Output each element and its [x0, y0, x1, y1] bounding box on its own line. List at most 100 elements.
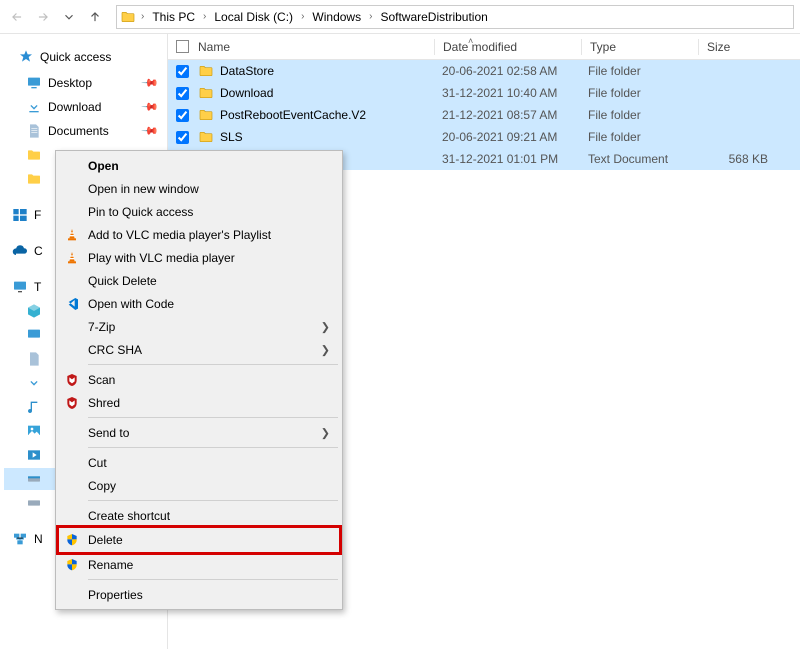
nav-recent-dropdown[interactable] [58, 6, 80, 28]
nav-forward-button[interactable] [32, 6, 54, 28]
address-bar: › This PC › Local Disk (C:) › Windows › … [0, 0, 800, 34]
file-date: 20-06-2021 09:21 AM [434, 130, 580, 144]
table-row[interactable]: SLS20-06-2021 09:21 AMFile folder [168, 126, 800, 148]
sidebar-item-documents[interactable]: Documents 📌 [4, 120, 167, 142]
select-all-checkbox[interactable] [176, 40, 189, 53]
breadcrumb-seg-1[interactable]: Local Disk (C:) [210, 6, 297, 28]
network-icon [12, 531, 28, 547]
vlc-icon [64, 250, 80, 266]
mcafee-icon [64, 395, 80, 411]
table-row[interactable]: DataStore20-06-2021 02:58 AMFile folder [168, 60, 800, 82]
sidebar-item-label: Download [48, 100, 101, 114]
uac-shield-icon [64, 532, 80, 548]
menu-7zip[interactable]: 7-Zip ❯ [58, 315, 340, 338]
menu-cut[interactable]: Cut [58, 451, 340, 474]
documents-icon [26, 123, 42, 139]
column-headers: Name ˄ Date modified Type Size [168, 34, 800, 60]
row-checkbox[interactable] [176, 131, 189, 144]
column-type[interactable]: Type [582, 40, 698, 54]
folder-icon [198, 63, 214, 79]
menu-vlc-playlist[interactable]: Add to VLC media player's Playlist [58, 223, 340, 246]
menu-separator [88, 579, 338, 580]
videos-icon [26, 447, 42, 463]
file-type: Text Document [580, 152, 696, 166]
nav-up-button[interactable] [84, 6, 106, 28]
menu-quick-delete[interactable]: Quick Delete [58, 269, 340, 292]
breadcrumb[interactable]: › This PC › Local Disk (C:) › Windows › … [116, 5, 794, 29]
file-date: 31-12-2021 01:01 PM [434, 152, 580, 166]
row-checkbox[interactable] [176, 65, 189, 78]
nav-back-button[interactable] [6, 6, 28, 28]
download-icon [26, 99, 42, 115]
chevron-right-icon[interactable]: › [299, 11, 306, 22]
column-label: Name [198, 40, 230, 54]
menu-vlc-play[interactable]: Play with VLC media player [58, 246, 340, 269]
submenu-arrow-icon: ❯ [321, 343, 330, 356]
music-icon [26, 399, 42, 415]
star-icon [18, 49, 34, 65]
chevron-right-icon[interactable]: › [201, 11, 208, 22]
menu-copy[interactable]: Copy [58, 474, 340, 497]
chevron-right-icon[interactable]: › [367, 11, 374, 22]
menu-crc-sha[interactable]: CRC SHA ❯ [58, 338, 340, 361]
folder-icon [26, 171, 42, 187]
breadcrumb-seg-2[interactable]: Windows [308, 6, 365, 28]
sidebar-quick-access[interactable]: Quick access [4, 46, 167, 68]
menu-separator [88, 500, 338, 501]
table-row[interactable]: PostRebootEventCache.V221-12-2021 08:57 … [168, 104, 800, 126]
sidebar-item-label: Documents [48, 124, 109, 138]
folder-icon [119, 8, 137, 26]
menu-open-new-window[interactable]: Open in new window [58, 177, 340, 200]
app-icon [12, 207, 28, 223]
folder-icon [198, 107, 214, 123]
menu-label: Cut [88, 456, 107, 470]
menu-label: Scan [88, 373, 115, 387]
sidebar-item-label: C [34, 244, 43, 258]
file-date: 20-06-2021 02:58 AM [434, 64, 580, 78]
menu-separator [88, 364, 338, 365]
menu-label: CRC SHA [88, 343, 142, 357]
column-size[interactable]: Size [699, 40, 779, 54]
menu-label: Delete [88, 533, 123, 547]
pictures-icon [26, 423, 42, 439]
file-name: PostRebootEventCache.V2 [220, 108, 366, 122]
sidebar-item-label: F [34, 208, 41, 222]
row-checkbox[interactable] [176, 87, 189, 100]
column-name[interactable]: Name [198, 40, 434, 54]
menu-label: Open in new window [88, 182, 199, 196]
menu-shred[interactable]: Shred [58, 391, 340, 414]
file-name: DataStore [220, 64, 274, 78]
column-label: Date modified [443, 40, 517, 54]
menu-scan[interactable]: Scan [58, 368, 340, 391]
menu-label: Add to VLC media player's Playlist [88, 228, 271, 242]
menu-send-to[interactable]: Send to ❯ [58, 421, 340, 444]
breadcrumb-seg-3[interactable]: SoftwareDistribution [376, 6, 491, 28]
menu-label: Pin to Quick access [88, 205, 193, 219]
menu-create-shortcut[interactable]: Create shortcut [58, 504, 340, 527]
chevron-right-icon[interactable]: › [139, 11, 146, 22]
menu-label: Rename [88, 558, 133, 572]
menu-separator [88, 417, 338, 418]
pin-icon: 📌 [141, 98, 160, 117]
monitor-icon [12, 279, 28, 295]
file-name: SLS [220, 130, 243, 144]
menu-properties[interactable]: Properties [58, 583, 340, 606]
breadcrumb-seg-0[interactable]: This PC [148, 6, 199, 28]
menu-open[interactable]: Open [58, 154, 340, 177]
menu-rename[interactable]: Rename [58, 553, 340, 576]
column-date[interactable]: Date modified [435, 40, 581, 54]
table-row[interactable]: Download31-12-2021 10:40 AMFile folder [168, 82, 800, 104]
download-icon [26, 375, 42, 391]
submenu-arrow-icon: ❯ [321, 426, 330, 439]
menu-pin-quick-access[interactable]: Pin to Quick access [58, 200, 340, 223]
menu-open-with-code[interactable]: Open with Code [58, 292, 340, 315]
uac-shield-icon [64, 557, 80, 573]
menu-delete[interactable]: Delete [58, 527, 340, 553]
sidebar-item-label: N [34, 532, 43, 546]
row-checkbox[interactable] [176, 109, 189, 122]
menu-label: 7-Zip [88, 320, 115, 334]
sidebar-item-desktop[interactable]: Desktop 📌 [4, 72, 167, 94]
sidebar-item-download[interactable]: Download 📌 [4, 96, 167, 118]
desktop-icon [26, 327, 42, 343]
cube-icon [26, 303, 42, 319]
